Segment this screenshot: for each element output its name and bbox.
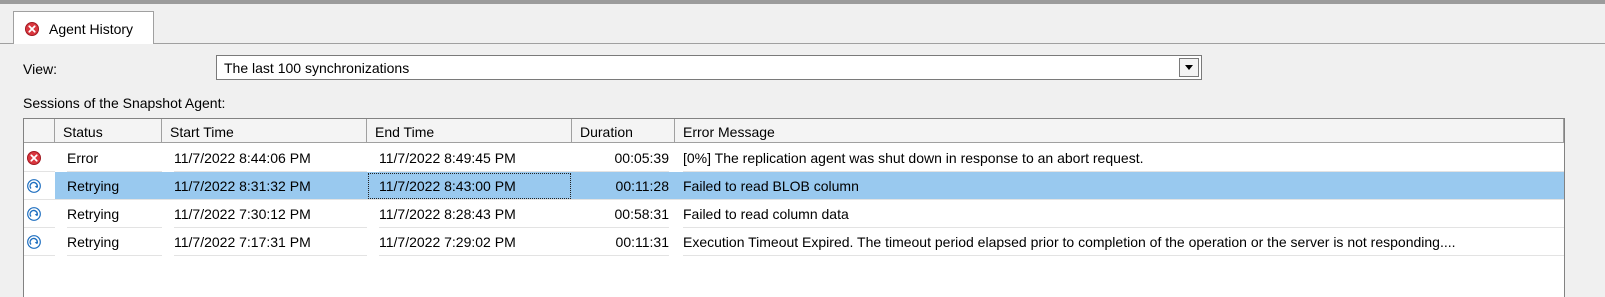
header-start-time[interactable]: Start Time [162,119,367,143]
duration-cell: 00:05:39 [572,144,669,172]
duration-cell: 00:11:28 [572,172,669,200]
error-message-cell: Execution Timeout Expired. The timeout p… [683,228,1564,256]
tab-label: Agent History [49,21,134,37]
table-row-selected[interactable]: Retrying 11/7/2022 8:31:32 PM 11/7/2022 … [24,172,1564,200]
row-icon-cell [24,228,55,256]
tab-strip-divider [0,43,1605,44]
tab-agent-history[interactable]: Agent History [13,11,154,44]
error-message-cell: Failed to read BLOB column [683,172,1564,200]
view-dropdown[interactable]: The last 100 synchronizations [216,55,1202,80]
end-time-cell: 11/7/2022 8:28:43 PM [379,200,572,228]
tab-strip: Agent History [0,4,1605,44]
header-duration[interactable]: Duration [572,119,675,143]
retry-icon [27,207,41,221]
error-message-cell: Failed to read column data [683,200,1564,228]
sessions-label: Sessions of the Snapshot Agent: [23,95,226,111]
status-cell: Retrying [67,200,162,228]
start-time-cell: 11/7/2022 7:30:12 PM [174,200,367,228]
table-row[interactable]: Error 11/7/2022 8:44:06 PM 11/7/2022 8:4… [24,144,1564,172]
end-time-cell-focused[interactable]: 11/7/2022 8:43:00 PM [367,172,572,200]
duration-cell: 00:58:31 [572,200,669,228]
error-icon [27,151,41,165]
header-status[interactable]: Status [55,119,162,143]
start-time-cell: 11/7/2022 7:17:31 PM [174,228,367,256]
view-dropdown-value: The last 100 synchronizations [224,60,410,76]
error-icon [25,22,39,36]
dropdown-button[interactable] [1179,58,1199,77]
row-icon-cell [24,144,55,172]
header-error-message[interactable]: Error Message [675,119,1564,143]
row-icon-cell [24,172,55,200]
view-label: View: [23,61,57,77]
row-icon-cell [24,200,55,228]
status-cell: Error [67,144,162,172]
header-icon-column [24,119,55,143]
end-time-cell: 11/7/2022 8:49:45 PM [379,144,572,172]
chevron-down-icon [1185,65,1193,70]
grid-header: Status Start Time End Time Duration Erro… [24,119,1564,144]
start-time-cell: 11/7/2022 8:44:06 PM [174,144,367,172]
retry-icon [27,179,41,193]
start-time-cell: 11/7/2022 8:31:32 PM [174,172,367,200]
table-row[interactable]: Retrying 11/7/2022 7:17:31 PM 11/7/2022 … [24,228,1564,256]
status-cell: Retrying [67,228,162,256]
table-row[interactable]: Retrying 11/7/2022 7:30:12 PM 11/7/2022 … [24,200,1564,228]
duration-cell: 00:11:31 [572,228,669,256]
end-time-cell: 11/7/2022 7:29:02 PM [379,228,572,256]
status-cell: Retrying [67,172,162,200]
error-message-cell: [0%] The replication agent was shut down… [683,144,1564,172]
retry-icon [27,235,41,249]
sessions-grid[interactable]: Status Start Time End Time Duration Erro… [23,118,1565,297]
header-end-time[interactable]: End Time [367,119,572,143]
